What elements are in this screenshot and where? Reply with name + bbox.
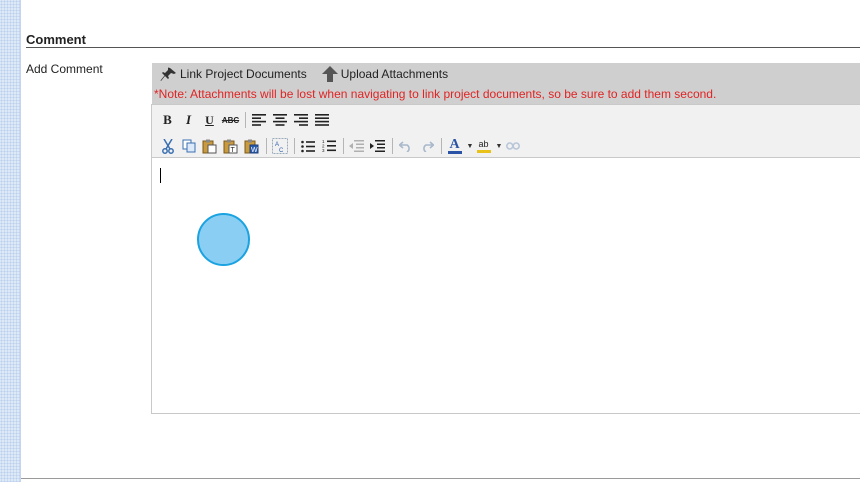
align-center-icon [272, 114, 287, 126]
link-icon [505, 142, 520, 150]
left-nav-strip [0, 0, 21, 482]
copy-button[interactable] [179, 137, 198, 156]
align-center-button[interactable] [270, 111, 289, 130]
paste-text-icon: T [223, 139, 238, 154]
undo-button[interactable] [396, 137, 415, 156]
click-indicator [197, 213, 250, 266]
attachments-note: *Note: Attachments will be lost when nav… [154, 87, 717, 101]
cut-button[interactable] [158, 137, 177, 156]
align-justify-button[interactable] [312, 111, 331, 130]
toolbar-row-formatting: B I U ABC [158, 110, 333, 130]
align-right-button[interactable] [291, 111, 310, 130]
link-project-documents-button[interactable]: Link Project Documents [160, 67, 307, 82]
section-title: Comment [26, 32, 86, 47]
highlight-swatch [476, 150, 491, 153]
strikethrough-icon: ABC [221, 115, 240, 125]
underline-icon: U [205, 112, 214, 127]
bold-icon: B [163, 112, 172, 127]
paste-text-button[interactable]: T [221, 137, 240, 156]
italic-button[interactable]: I [179, 111, 198, 130]
section-header: Comment [26, 33, 860, 48]
svg-text:W: W [251, 147, 258, 154]
numbered-list-button[interactable]: 123 [319, 137, 338, 156]
svg-text:C: C [279, 148, 284, 154]
toolbar-separator [294, 138, 295, 154]
copy-icon [182, 139, 195, 153]
toolbar-separator [392, 138, 393, 154]
highlight-icon: ab [478, 139, 489, 149]
indent-button[interactable] [368, 137, 387, 156]
font-color-icon: A [449, 137, 460, 152]
paste-button[interactable] [200, 137, 219, 156]
font-color-swatch [447, 151, 462, 154]
outdent-icon [349, 139, 364, 152]
toolbar-separator [441, 138, 442, 154]
rich-text-editor: B I U ABC T W A C 1 2 3 A ▼ ab ▼ [151, 104, 860, 414]
font-color-button[interactable]: A [445, 137, 464, 156]
highlight-dropdown-arrow[interactable]: ▼ [495, 143, 503, 150]
outdent-button[interactable] [347, 137, 366, 156]
paste-word-icon: W [244, 139, 259, 154]
text-caret [160, 168, 161, 183]
attachments-bar: Link Project Documents Upload Attachment… [152, 63, 860, 104]
bulleted-list-icon [300, 140, 315, 152]
align-left-icon [251, 114, 266, 126]
link-project-documents-label: Link Project Documents [180, 67, 307, 81]
insert-link-button[interactable] [503, 137, 522, 156]
bottom-divider [21, 478, 860, 479]
toolbar-row-editing: T W AC 123 A ▼ ab ▼ [158, 136, 524, 156]
align-right-icon [293, 114, 308, 126]
add-comment-label: Add Comment [26, 62, 103, 76]
paste-icon [202, 139, 217, 153]
svg-text:3: 3 [322, 148, 325, 153]
indent-icon [370, 139, 385, 152]
align-left-button[interactable] [249, 111, 268, 130]
font-color-dropdown-arrow[interactable]: ▼ [466, 143, 474, 150]
upload-arrow-icon [321, 66, 338, 82]
scissors-icon [161, 138, 174, 154]
undo-icon [398, 141, 410, 152]
svg-text:T: T [231, 147, 236, 154]
align-justify-icon [314, 114, 329, 126]
comment-text-area[interactable] [152, 159, 860, 413]
pin-icon [160, 67, 177, 82]
toolbar-separator [245, 112, 246, 128]
find-replace-icon: AC [271, 138, 288, 154]
toolbar-separator [266, 138, 267, 154]
underline-button[interactable]: U [200, 111, 219, 130]
redo-button[interactable] [417, 137, 436, 156]
paste-word-button[interactable]: W [242, 137, 261, 156]
upload-attachments-button[interactable]: Upload Attachments [321, 66, 449, 82]
editor-toolbar: B I U ABC T W A C 1 2 3 A ▼ ab ▼ [152, 105, 860, 158]
bulleted-list-button[interactable] [298, 137, 317, 156]
italic-icon: I [185, 112, 192, 127]
bold-button[interactable]: B [158, 111, 177, 130]
find-replace-button[interactable]: AC [270, 137, 289, 156]
strikethrough-button[interactable]: ABC [221, 111, 240, 130]
highlight-color-button[interactable]: ab [474, 137, 493, 156]
redo-icon [422, 141, 434, 152]
upload-attachments-label: Upload Attachments [340, 67, 449, 81]
numbered-list-icon: 123 [322, 139, 336, 153]
toolbar-separator [343, 138, 344, 154]
